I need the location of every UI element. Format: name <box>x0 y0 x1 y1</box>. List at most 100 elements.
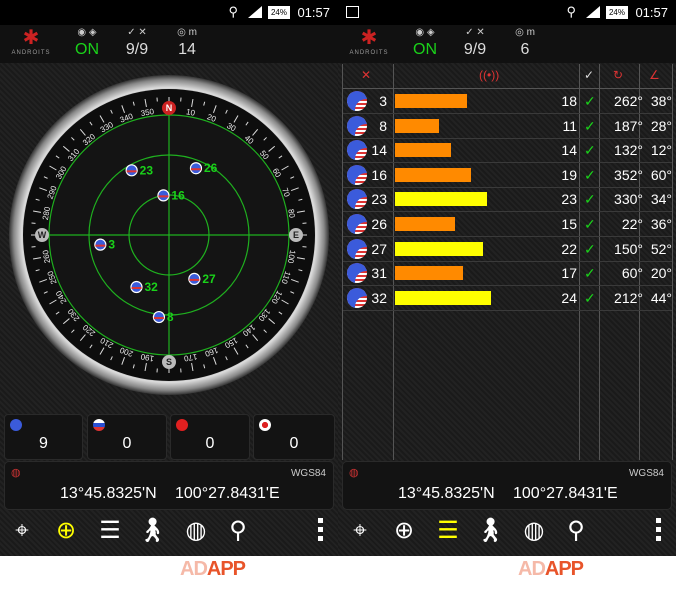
snr-bar <box>395 266 463 281</box>
azimuth-value: 212° <box>614 289 643 306</box>
azimuth-value: 330° <box>614 191 643 208</box>
android-robot-icon: ✱ <box>22 27 40 49</box>
radar-icon[interactable]: ⊕ <box>50 515 82 547</box>
elevation-value: 38° <box>650 93 672 109</box>
table-row[interactable]: 23 23 ✓ 330° 34° <box>343 187 672 213</box>
datum-label: WGS84 <box>290 468 326 479</box>
used-in-fix-check-icon: ✓ <box>584 142 596 159</box>
accuracy-icon: ◎ <box>515 27 527 38</box>
satellite-prn: 23 <box>371 191 387 208</box>
us-flag-icon <box>347 140 367 161</box>
datum-label: WGS84 <box>628 468 664 479</box>
azimuth-value: 352° <box>614 166 643 183</box>
snr-value: 19 <box>561 166 577 183</box>
russia-flag-icon <box>93 419 105 431</box>
compass-icon[interactable]: ⌖ <box>6 515 38 547</box>
elevation-column-icon[interactable]: ∠ <box>649 68 660 82</box>
satellite-marker[interactable]: 26 <box>189 161 218 175</box>
map-pin-icon[interactable]: ⚲ <box>222 515 254 547</box>
gnss-count-gps: 9 <box>4 414 83 460</box>
us-flag-icon <box>125 164 138 177</box>
satellite-icon: ◉ ◈ <box>77 27 97 38</box>
table-row[interactable]: 32 24 ✓ 212° 44° <box>343 286 672 311</box>
walk-icon[interactable]: 🚶︎ <box>136 515 168 547</box>
check-satellite-icon: ✓ ✕ <box>465 27 485 38</box>
globe-nav-icon[interactable]: ◍ <box>180 515 212 547</box>
azimuth-value: 262° <box>614 93 643 109</box>
satellite-prn-label: 26 <box>204 161 218 175</box>
satellite-prn: 3 <box>379 93 387 109</box>
snr-bar <box>395 192 487 207</box>
radar-icon[interactable]: ⊕ <box>388 515 420 547</box>
walk-icon[interactable]: 🚶︎ <box>474 515 506 547</box>
table-row[interactable]: 27 22 ✓ 150° 52° <box>343 237 672 262</box>
us-flag-icon <box>347 287 367 308</box>
satellite-prn: 27 <box>371 240 387 257</box>
snr-value: 11 <box>562 117 577 134</box>
bottom-navbar: ⌖ ⊕ ☰ 🚶︎ ◍ ⚲ <box>0 510 338 552</box>
satellite-marker[interactable]: 32 <box>130 280 158 294</box>
elevation-value: 34° <box>650 191 672 208</box>
signal-icon <box>248 6 262 18</box>
satellite-prn: 32 <box>371 289 387 306</box>
satellite-marker[interactable]: 23 <box>125 163 153 177</box>
radar-svg: 10 20304050607080100110120130140150160170… <box>9 75 329 395</box>
app-logo[interactable]: ✱ ANDROITS <box>10 27 52 61</box>
table-row[interactable]: 31 17 ✓ 60° 20° <box>343 261 672 287</box>
cardinal-label: N <box>166 103 173 113</box>
overflow-menu-button[interactable] <box>318 518 324 545</box>
satellite-marker[interactable]: 27 <box>188 272 216 286</box>
snr-bar <box>395 118 439 133</box>
elevation-value: 36° <box>650 216 672 232</box>
table-row[interactable]: 3 18 ✓ 262° 38° <box>343 89 672 114</box>
flag-stripe <box>190 168 201 171</box>
used-in-fix-check-icon: ✓ <box>584 166 596 183</box>
signal-screen: ⚲ 24% 01:57 ✱ ANDROITS ◉ ◈ ON ✓ ✕ 9/9 ◎ … <box>338 0 676 556</box>
table-header: ✕ ((•)) ✓ ↻ ∠ <box>343 64 672 89</box>
elevation-value: 12° <box>650 142 672 159</box>
satellite-prn: 31 <box>371 265 387 282</box>
us-flag-icon <box>347 238 367 259</box>
flag-stripe <box>126 170 137 173</box>
used-in-fix-check-icon: ✓ <box>584 93 596 109</box>
azimuth-value: 187° <box>614 117 643 134</box>
table-row[interactable]: 14 14 ✓ 132° 12° <box>343 138 672 164</box>
signal-bars-icon[interactable]: ☰ <box>432 515 464 547</box>
azimuth-column-icon[interactable]: ↻ <box>613 68 623 82</box>
satellite-icon: ◉ ◈ <box>415 27 435 38</box>
used-column-icon[interactable]: ✓ <box>584 68 594 82</box>
us-flag-icon <box>347 214 367 234</box>
radar-screen: ⚲ 24% 01:57 ✱ ANDROITS ◉ ◈ ON ✓ ✕ 9/9 ◎ … <box>0 0 338 556</box>
flag-stripe <box>95 244 106 247</box>
compass-icon[interactable]: ⌖ <box>344 515 376 547</box>
signal-bars-icon[interactable]: ☰ <box>94 515 126 547</box>
battery-indicator: 24% <box>268 6 290 19</box>
map-pin-icon[interactable]: ⚲ <box>560 515 592 547</box>
accuracy-readout: ◎ m 14 <box>177 27 197 58</box>
app-logo[interactable]: ✱ ANDROITS <box>348 27 390 61</box>
table-row[interactable]: 16 19 ✓ 352° 60° <box>343 163 672 188</box>
watermark: ADAPP <box>518 558 584 580</box>
satellite-marker[interactable]: 16 <box>157 188 185 202</box>
globe-icon: ◍ <box>349 467 359 479</box>
flag-stripe <box>189 278 200 281</box>
elevation-value: 20° <box>650 265 672 282</box>
elevation-value: 52° <box>650 240 672 257</box>
snr-value: 17 <box>561 265 577 282</box>
globe-nav-icon[interactable]: ◍ <box>518 515 550 547</box>
gnss-count-beidou: 0 <box>170 414 250 460</box>
us-flag-icon <box>10 419 22 431</box>
snr-bar <box>395 94 467 108</box>
sky-radar: 10 20 30 40 50 60 70 80 100 110 120 130 140 150 160 170… <box>7 73 331 402</box>
signal-column-icon[interactable]: ((•)) <box>479 68 499 82</box>
satellite-column-icon[interactable]: ✕ <box>361 68 371 82</box>
satellite-prn: 8 <box>379 117 387 134</box>
android-robot-icon: ✱ <box>360 27 378 49</box>
location-icon: ⚲ <box>228 4 238 19</box>
elevation-value: 28° <box>650 117 672 134</box>
table-row[interactable]: 8 11 ✓ 187° 28° <box>343 114 672 139</box>
overflow-menu-button[interactable] <box>656 518 662 545</box>
table-row[interactable]: 26 15 ✓ 22° 36° <box>343 212 672 237</box>
watermark: ADAPP <box>180 558 246 580</box>
status-bar: ⚲ 24% 01:57 <box>0 0 338 25</box>
